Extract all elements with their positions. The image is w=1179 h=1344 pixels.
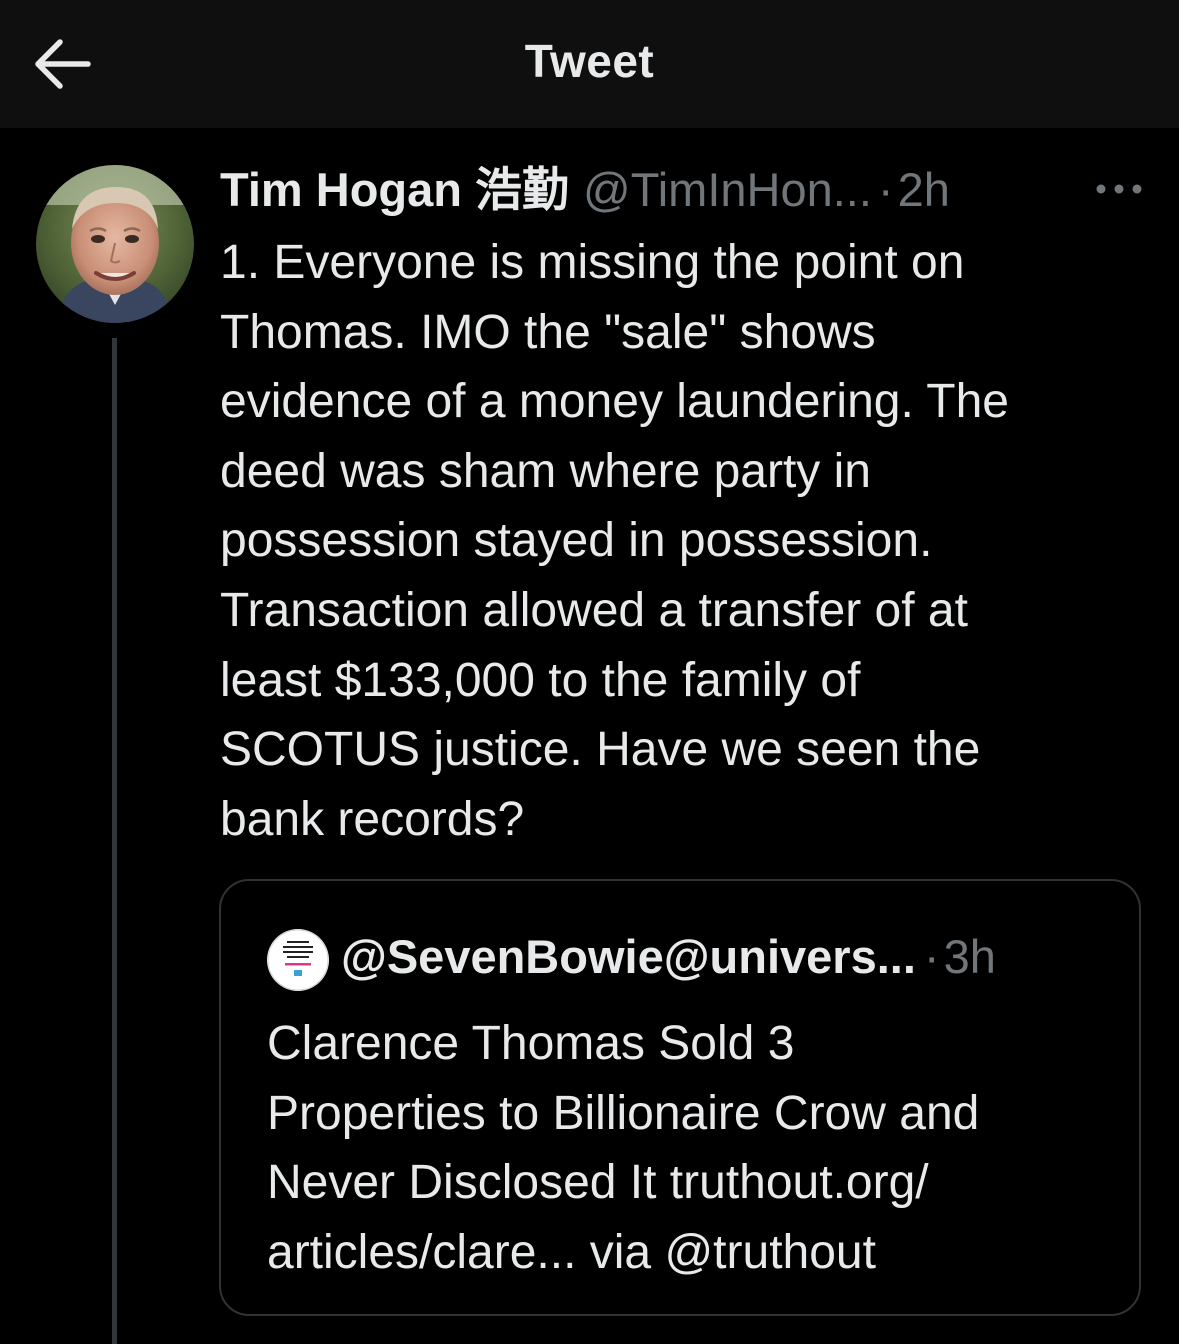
author-avatar[interactable] <box>36 165 194 323</box>
tweet-header: Tim Hogan 浩勤 @TimInHon... ·2h <box>220 158 950 222</box>
quoted-tweet-timestamp[interactable]: 3h <box>944 930 996 983</box>
author-handle[interactable]: @TimInHon... <box>583 163 872 216</box>
tweet-timestamp[interactable]: 2h <box>898 163 950 216</box>
more-dots-icon <box>1096 184 1142 194</box>
user-avatar-icon <box>36 165 194 323</box>
top-bar: Tweet <box>0 0 1179 128</box>
quoted-tweet-text: Clarence Thomas Sold 3 Properties to Bil… <box>267 1017 980 1279</box>
tweet-detail-screen: Tweet Tim Hogan 浩勤 @TimInHon... ·2h 1. E… <box>0 0 1179 1344</box>
tweet-body-text: 1. Everyone is missing the point on Thom… <box>220 236 1009 846</box>
header-separator: · <box>877 163 894 216</box>
author-name[interactable]: Tim Hogan 浩勤 <box>220 163 569 216</box>
page-title: Tweet <box>524 35 655 87</box>
quoted-tweet-card[interactable]: @SevenBowie@univers... ·3h Clarence Thoma… <box>219 879 1141 1316</box>
quoted-author-handle[interactable]: @SevenBowie@univers... <box>341 930 916 983</box>
thread-connector-line <box>112 338 117 1344</box>
quoted-tweet-header: @SevenBowie@univers... ·3h <box>341 925 996 989</box>
quoted-header-separator: · <box>923 930 940 983</box>
quoted-author-avatar <box>267 929 329 991</box>
quote-avatar-icon <box>267 929 329 991</box>
more-options-button[interactable] <box>1092 172 1146 206</box>
